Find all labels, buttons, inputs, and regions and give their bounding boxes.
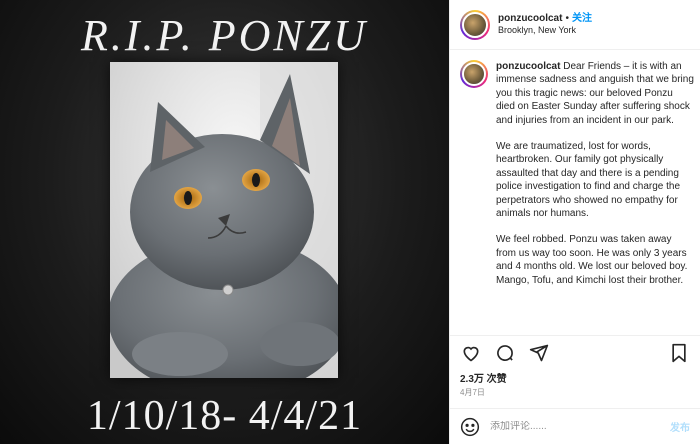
likes-count[interactable]: 2.3万 次赞: [460, 370, 507, 385]
caption-username[interactable]: ponzucoolcat: [496, 61, 560, 72]
post-header: ponzucoolcat • 关注 Brooklyn, New York: [450, 0, 700, 50]
avatar[interactable]: [460, 9, 490, 40]
smiley-icon[interactable]: [460, 417, 480, 437]
post-image[interactable]: R.I.P. PONZU 1/10/18- 4/4/21: [0, 0, 449, 444]
comment-icon[interactable]: [494, 342, 516, 364]
post-comment-button[interactable]: 发布: [670, 419, 690, 434]
location-link[interactable]: Brooklyn, New York: [498, 25, 592, 36]
action-bar: [450, 335, 700, 369]
comment-bar: 发布: [450, 408, 700, 444]
share-icon[interactable]: [528, 342, 550, 364]
instagram-post: R.I.P. PONZU 1/10/18- 4/4/21 ponzucoolca…: [0, 0, 700, 444]
caption-avatar[interactable]: [460, 60, 488, 88]
memorial-dates: 1/10/18- 4/4/21: [86, 393, 363, 439]
caption: ponzucoolcat Dear Friends – it is with a…: [460, 60, 694, 334]
separator-dot: •: [565, 12, 569, 24]
caption-paragraph: We are traumatized, lost for words, hear…: [496, 141, 681, 220]
heart-icon[interactable]: [460, 342, 482, 364]
follow-button[interactable]: 关注: [572, 13, 592, 24]
caption-text: ponzucoolcat Dear Friends – it is with a…: [496, 60, 694, 334]
memorial-title: R.I.P. PONZU: [81, 11, 368, 60]
cat-illustration: [110, 62, 338, 378]
cat-photo: [110, 62, 338, 378]
post-sidebar: ponzucoolcat • 关注 Brooklyn, New York ponzu…: [449, 0, 700, 444]
post-date[interactable]: 4月7日: [460, 387, 485, 398]
caption-paragraph: We feel robbed. Ponzu was taken away fro…: [496, 234, 688, 286]
username-link[interactable]: ponzucoolcat: [498, 13, 562, 24]
bookmark-icon[interactable]: [668, 342, 690, 364]
comment-input[interactable]: [490, 421, 670, 432]
